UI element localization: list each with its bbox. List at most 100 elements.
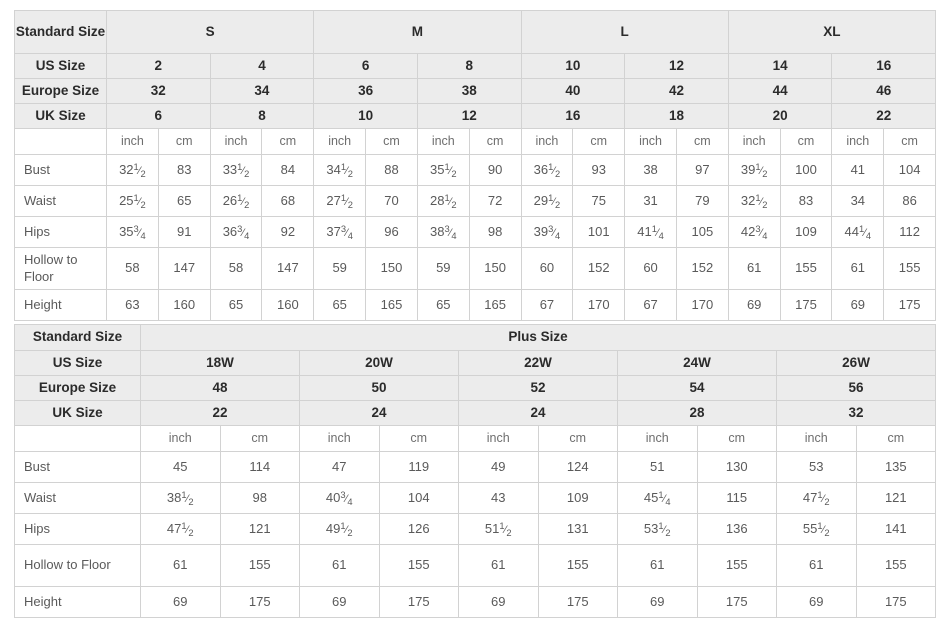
- value-whole: 69: [746, 296, 762, 312]
- value-whole: 119: [408, 458, 430, 474]
- measurement-value: 65: [436, 297, 450, 313]
- unit-row-blank: [14, 425, 141, 452]
- value-whole: 121: [248, 520, 271, 536]
- measurement-cell: 341⁄2: [313, 154, 367, 186]
- value-whole: 47: [802, 489, 818, 505]
- value-whole: 109: [566, 489, 589, 505]
- measurement-value: 92: [281, 224, 295, 240]
- value-whole: 47: [166, 520, 182, 536]
- value-whole: 65: [176, 192, 192, 208]
- measurement-cell: 130: [696, 451, 777, 483]
- measurement-value: 175: [567, 594, 589, 610]
- value-whole: 26: [222, 192, 238, 208]
- measurement-cell: 261⁄2: [209, 185, 263, 217]
- value-whole: 51: [650, 458, 665, 474]
- measurement-value: 84: [281, 162, 295, 178]
- value-whole: 63: [125, 296, 140, 312]
- measurement-cell: 165: [468, 289, 522, 321]
- fraction-denominator: 2: [451, 169, 457, 180]
- measurement-cell: 109: [779, 216, 833, 248]
- measurement-cell: 175: [883, 289, 937, 321]
- measurement-cell: 155: [219, 544, 300, 587]
- unit-header-inch: inch: [106, 128, 159, 155]
- size-value: 44: [727, 78, 833, 104]
- unit-header-inch: inch: [831, 128, 885, 155]
- size-value: 4: [209, 53, 315, 79]
- size-value: 20W: [299, 350, 459, 376]
- value-whole: 27: [326, 192, 341, 208]
- measurement-value: 53: [809, 459, 823, 475]
- value-whole: 34: [326, 161, 341, 177]
- measurement-value: 351⁄2: [430, 162, 457, 180]
- measurement-value: 150: [381, 260, 403, 276]
- size-value: 26W: [775, 350, 937, 376]
- measurement-cell: 69: [727, 289, 781, 321]
- measurement-value: 67: [643, 297, 657, 313]
- fraction-denominator: 4: [347, 497, 353, 508]
- fraction-denominator: 4: [762, 231, 768, 242]
- fraction-denominator: 2: [140, 200, 146, 211]
- value-whole: 69: [332, 593, 347, 609]
- value-whole: 104: [898, 161, 921, 177]
- size-value: 2: [106, 53, 211, 79]
- measurement-cell: 381⁄2: [140, 482, 221, 514]
- value-whole: 67: [539, 296, 555, 312]
- measurement-cell: 152: [675, 247, 729, 290]
- measurement-value: 155: [408, 557, 430, 573]
- measurement-value: 175: [795, 297, 817, 313]
- value-whole: 170: [587, 296, 610, 312]
- size-value: 18: [624, 103, 729, 129]
- measurement-value: 361⁄2: [534, 162, 561, 179]
- unit-header-inch: inch: [624, 128, 677, 155]
- value-whole: 69: [850, 296, 866, 312]
- unit-header-inch: inch: [416, 128, 470, 155]
- value-whole: 175: [725, 593, 748, 609]
- measurement-value: 59: [332, 260, 346, 276]
- measurement-cell: 441⁄4: [831, 216, 885, 248]
- header-label-uk-size: UK Size: [14, 103, 107, 129]
- measurement-value: 551⁄2: [803, 521, 830, 538]
- size-value: 24: [299, 400, 459, 426]
- value-whole: 53: [643, 520, 659, 536]
- measurement-value: 38: [643, 162, 657, 178]
- measurement-cell: 98: [219, 482, 300, 514]
- measurement-cell: 175: [219, 586, 300, 618]
- value-whole: 88: [384, 161, 399, 177]
- table-row: Waist 381⁄2 98 403⁄4 104 43 109 451⁄4 115 471⁄2 12…: [14, 482, 937, 514]
- measurement-label-hips: Hips: [14, 513, 141, 545]
- measurement-value: 411⁄4: [637, 224, 664, 242]
- measurement-value: 165: [381, 297, 403, 313]
- size-value: 6: [313, 53, 418, 79]
- value-whole: 155: [795, 260, 817, 276]
- measurement-value: 60: [540, 260, 554, 276]
- value-whole: 34: [850, 192, 866, 208]
- value-whole: 61: [173, 557, 188, 573]
- size-value: 6: [106, 103, 211, 129]
- measurement-value: 131: [567, 521, 589, 537]
- measurement-cell: 175: [696, 586, 777, 618]
- value-whole: 147: [277, 260, 299, 276]
- measurement-value: 175: [726, 594, 748, 610]
- value-whole: 92: [280, 223, 296, 239]
- measurement-value: 67: [540, 297, 554, 313]
- measurement-value: 491⁄2: [326, 521, 353, 538]
- measurement-cell: 393⁄4: [520, 216, 574, 248]
- measurement-value: 61: [851, 260, 865, 276]
- fraction-denominator: 4: [658, 231, 664, 242]
- measurement-value: 45: [173, 459, 187, 475]
- value-whole: 83: [176, 161, 192, 177]
- measurement-cell: 45: [140, 451, 221, 483]
- size-value: 34: [209, 78, 315, 104]
- measurement-cell: 105: [675, 216, 729, 248]
- measurement-value: 69: [173, 594, 187, 610]
- value-whole: 126: [407, 520, 430, 536]
- header-label-europe-size: Europe Size: [14, 78, 107, 104]
- unit-header-cm: cm: [365, 128, 418, 155]
- size-value: 40: [520, 78, 626, 104]
- measurement-cell: 150: [365, 247, 418, 290]
- value-whole: 155: [407, 557, 430, 573]
- value-whole: 33: [222, 161, 238, 177]
- fraction-denominator: 2: [188, 528, 194, 539]
- measurement-value: 97: [695, 162, 709, 178]
- measurement-value: 175: [885, 594, 907, 610]
